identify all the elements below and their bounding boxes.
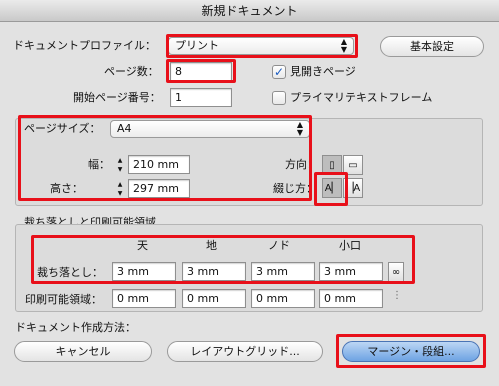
height-input[interactable]: 297 mm xyxy=(128,179,190,198)
left-binding-icon: A▏ xyxy=(324,182,340,194)
slug-top-input[interactable]: 0 mm xyxy=(112,289,176,308)
primary-text-frame-label: プライマリテキストフレーム xyxy=(290,91,433,104)
create-method-label: ドキュメント作成方法： xyxy=(15,321,136,334)
primary-text-frame-checkbox[interactable] xyxy=(272,91,286,105)
pages-label: ページ数： xyxy=(104,65,159,78)
height-label: 高さ： xyxy=(50,182,83,195)
height-stepper[interactable]: ▲ ▼ xyxy=(114,179,126,198)
select-arrows-icon: ▲ ▼ xyxy=(296,120,303,137)
basic-settings-button[interactable]: 基本設定 xyxy=(380,36,484,57)
binding-label: 綴じ方： xyxy=(273,182,317,195)
right-binding-icon: ▕A xyxy=(345,182,361,194)
right-binding-button[interactable]: ▕A xyxy=(343,178,363,198)
orientation-label: 方向： xyxy=(285,158,318,171)
profile-label: ドキュメントプロファイル： xyxy=(13,39,156,52)
portrait-orientation-button[interactable]: ▯ xyxy=(322,155,342,175)
bleed-link-button[interactable]: ∞ xyxy=(388,262,404,282)
page-size-value: A4 xyxy=(117,122,132,135)
bleed-col-inside: ノド xyxy=(268,239,290,252)
pages-input[interactable]: 8 xyxy=(170,62,232,81)
bleed-col-outside: 小口 xyxy=(339,239,361,252)
window-title: 新規ドキュメント xyxy=(201,4,298,18)
bleed-col-top: 天 xyxy=(137,239,148,252)
left-binding-button[interactable]: A▏ xyxy=(322,178,342,198)
slug-link-button[interactable]: ⋮ xyxy=(391,290,403,307)
slug-inside-input[interactable]: 0 mm xyxy=(251,289,315,308)
bleed-bottom-input[interactable]: 3 mm xyxy=(182,262,246,281)
facing-pages-label: 見開きページ xyxy=(290,65,356,78)
layout-grid-button[interactable]: レイアウトグリッド... xyxy=(167,341,323,362)
bleed-top-input[interactable]: 3 mm xyxy=(112,262,176,281)
select-arrows-icon: ▲ ▼ xyxy=(340,37,347,54)
profile-value: プリント xyxy=(175,39,219,52)
width-label: 幅： xyxy=(88,158,110,171)
width-stepper[interactable]: ▲ ▼ xyxy=(114,155,126,174)
window-titlebar: 新規ドキュメント xyxy=(0,0,499,22)
portrait-page-icon: ▯ xyxy=(329,159,335,171)
bleed-outside-input[interactable]: 3 mm xyxy=(319,262,383,281)
start-page-input[interactable]: 1 xyxy=(170,88,232,107)
page-size-label: ページサイズ： xyxy=(24,122,101,135)
width-input[interactable]: 210 mm xyxy=(128,155,190,174)
landscape-orientation-button[interactable]: ▭ xyxy=(343,155,363,175)
bleed-col-bottom: 地 xyxy=(206,239,217,252)
bleed-inside-input[interactable]: 3 mm xyxy=(251,262,315,281)
slug-bottom-input[interactable]: 0 mm xyxy=(182,289,246,308)
profile-select[interactable]: プリント ▲ ▼ xyxy=(168,37,354,55)
chain-link-icon: ∞ xyxy=(391,266,401,278)
landscape-page-icon: ▭ xyxy=(348,159,358,171)
cancel-button[interactable]: キャンセル xyxy=(14,341,152,362)
slug-label: 印刷可能領域： xyxy=(25,293,102,306)
margins-columns-button[interactable]: マージン・段組... xyxy=(342,341,480,362)
page-size-select[interactable]: A4 ▲ ▼ xyxy=(110,120,310,138)
facing-pages-checkbox[interactable]: ✓ xyxy=(272,65,286,79)
slug-outside-input[interactable]: 0 mm xyxy=(319,289,383,308)
checkmark-icon: ✓ xyxy=(273,65,285,79)
start-page-label: 開始ページ番号： xyxy=(73,91,161,104)
chain-link-icon: ⋮ xyxy=(392,290,402,301)
bleed-label: 裁ち落とし： xyxy=(37,266,103,279)
